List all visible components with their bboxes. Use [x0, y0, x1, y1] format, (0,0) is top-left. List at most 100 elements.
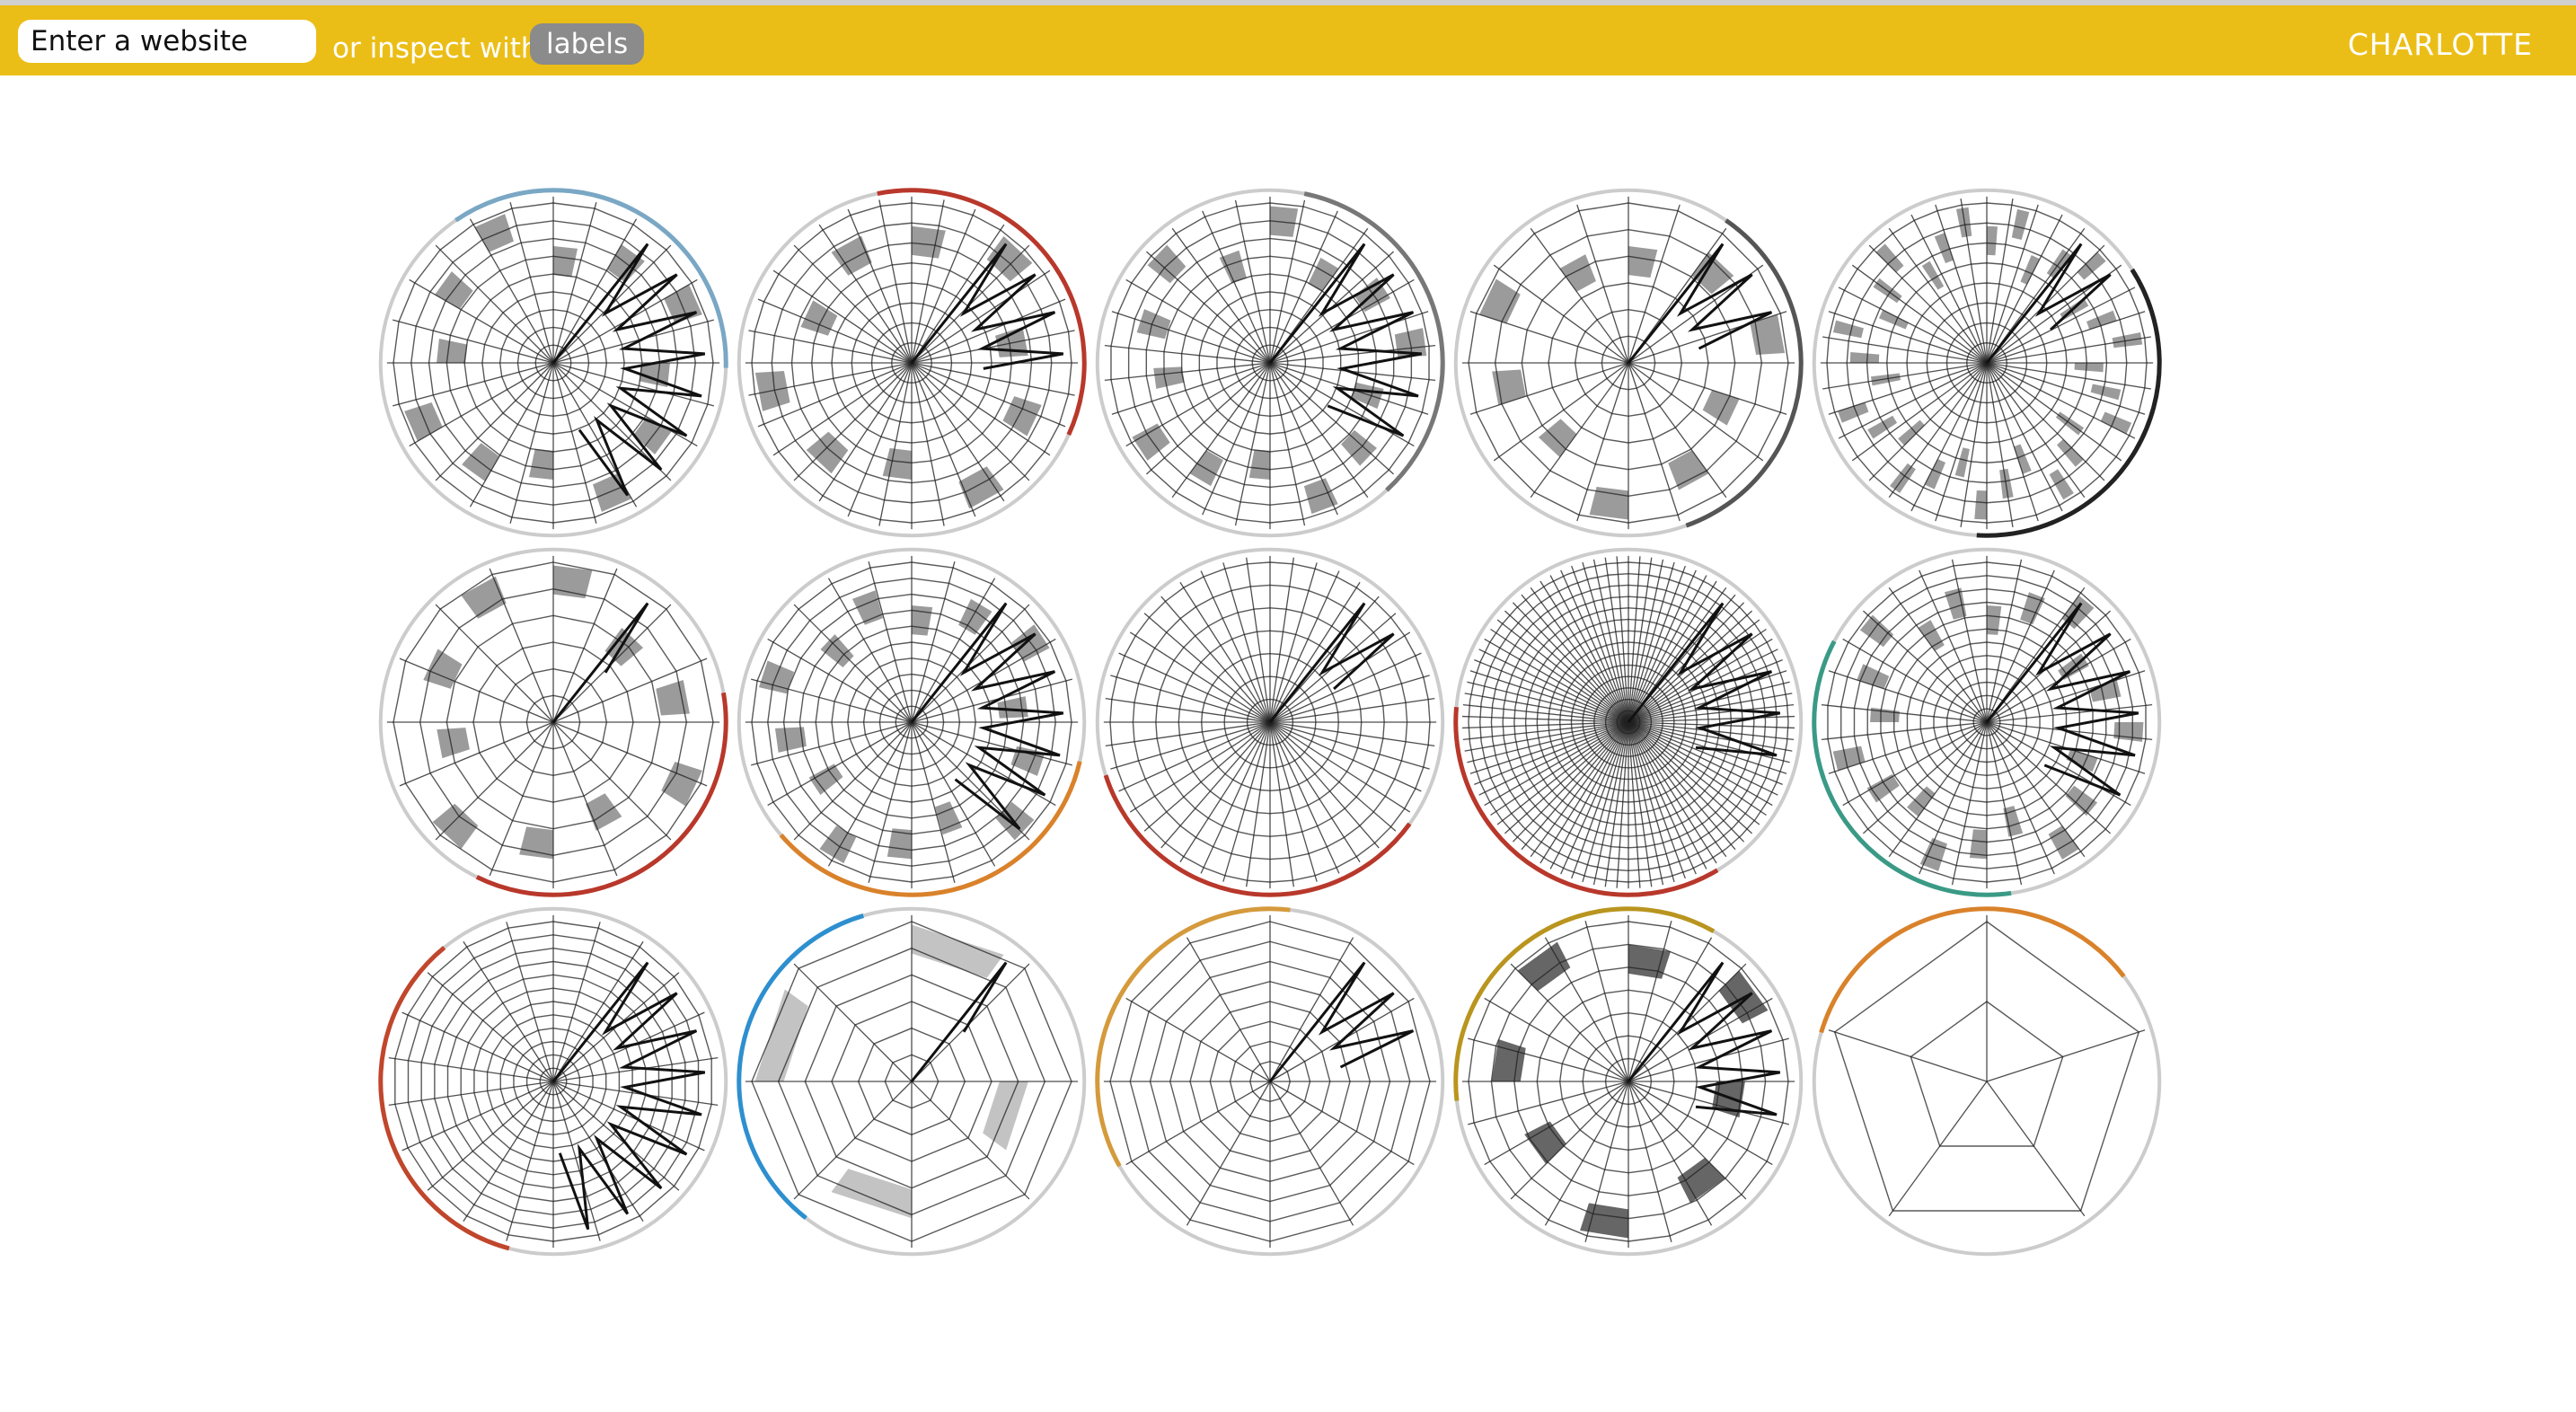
radar-glyph[interactable]	[1798, 534, 2175, 911]
radar-spoke	[1202, 210, 1271, 364]
radar-spoke	[552, 721, 672, 841]
radar-spoke	[1851, 264, 1988, 364]
radar-spoke	[399, 657, 554, 723]
radar-spoke	[793, 604, 913, 723]
radar-block	[912, 225, 946, 259]
radar-spoke	[1628, 721, 1760, 825]
radar-block	[2049, 469, 2074, 500]
radar-spoke	[1510, 963, 1629, 1082]
radar-spoke	[1125, 997, 1271, 1082]
radar-spoke	[1222, 562, 1271, 723]
radar-block	[2014, 444, 2032, 474]
radar-spoke	[1160, 596, 1271, 723]
radar-glyph[interactable]	[1081, 534, 1459, 911]
radar-block	[2011, 208, 2030, 240]
radar-block	[474, 214, 514, 252]
radar-block	[528, 448, 553, 480]
radar-block	[808, 763, 843, 796]
radar-spoke	[552, 1081, 601, 1241]
radar-spoke	[1496, 619, 1629, 723]
radar-spoke	[1986, 721, 2055, 875]
radar-block	[2077, 252, 2106, 280]
radar-spoke	[1888, 1081, 1988, 1217]
radar-glyph[interactable]	[1798, 174, 2175, 552]
radar-spoke	[1888, 227, 1988, 364]
radar-block	[1132, 423, 1170, 461]
radar-block	[1987, 225, 1998, 256]
radar-arc	[1819, 906, 2126, 1034]
radar-spoke	[1222, 721, 1271, 882]
radar-spoke	[1269, 721, 1430, 770]
radar-glyph[interactable]	[723, 893, 1100, 1270]
radar-block	[437, 338, 468, 363]
radar-block	[461, 576, 507, 619]
radar-spoke	[1828, 1029, 1988, 1082]
radar-trace	[1268, 961, 1415, 1082]
radar-glyph[interactable]	[365, 174, 742, 552]
radar-block	[404, 402, 443, 442]
radar-spoke	[552, 721, 708, 787]
top-bar: or inspect with labels CHARLOTTE	[0, 0, 2576, 75]
brand-name[interactable]: CHARLOTTE	[2348, 27, 2533, 62]
radar-block	[754, 989, 808, 1081]
radar-spoke	[506, 922, 554, 1082]
radar-block	[1524, 1121, 1566, 1164]
radar-spoke	[1110, 675, 1271, 723]
radar-spoke	[1504, 721, 1629, 834]
radar-block	[1136, 309, 1171, 340]
radar-block	[995, 326, 1028, 357]
labels-button[interactable]: labels	[530, 23, 645, 65]
radar-glyph[interactable]	[1440, 534, 1817, 911]
radar-block	[1875, 243, 1904, 273]
radar-spoke	[1986, 569, 2055, 723]
radar-spoke	[1986, 362, 2122, 462]
radar-block	[661, 762, 702, 807]
radar-glyph[interactable]	[1440, 893, 1817, 1270]
radar-spoke	[1269, 362, 1338, 516]
radar-spoke	[1186, 937, 1271, 1082]
radar-block	[997, 696, 1028, 719]
radar-trace	[551, 602, 649, 723]
radar-block	[912, 605, 933, 636]
radar-block	[1921, 260, 1945, 290]
radar-block	[553, 246, 578, 278]
website-input[interactable]	[18, 20, 316, 63]
radar-spoke	[1143, 721, 1271, 832]
radar-glyph[interactable]	[365, 893, 742, 1270]
radar-spoke	[1496, 721, 1629, 825]
radar-block	[983, 1081, 1028, 1151]
radar-block	[2065, 785, 2098, 816]
radar-spoke	[1143, 613, 1271, 723]
radar-spoke	[911, 578, 996, 723]
radar-trace	[910, 243, 1064, 370]
radar-glyph[interactable]	[723, 174, 1100, 552]
radar-block	[1832, 320, 1864, 339]
radar-spoke	[552, 922, 601, 1082]
radar-spoke	[1202, 362, 1271, 516]
radar-spoke	[1160, 721, 1271, 849]
radar-spoke	[1628, 619, 1760, 723]
radar-glyph[interactable]	[1081, 893, 1459, 1270]
radar-block	[958, 598, 992, 635]
radar-trace	[551, 243, 706, 497]
radar-glyph[interactable]	[365, 534, 742, 911]
radar-spoke	[1125, 1081, 1271, 1166]
radar-spoke	[1504, 610, 1629, 723]
radar-block	[819, 825, 857, 864]
radar-block	[912, 924, 1004, 978]
radar-spoke	[1986, 1029, 2146, 1082]
radar-spoke	[1628, 1081, 1773, 1166]
radar-glyph[interactable]	[1798, 893, 2175, 1270]
radar-block	[1303, 478, 1338, 515]
radar-block	[2003, 806, 2024, 837]
radar-glyph[interactable]	[1081, 174, 1459, 552]
inspect-text: or inspect with	[332, 32, 539, 65]
radar-glyph[interactable]	[723, 534, 1100, 911]
radar-glyph[interactable]	[1440, 174, 1817, 552]
radar-spoke	[1544, 937, 1629, 1082]
radar-spoke	[1269, 721, 1380, 849]
radar-spoke	[489, 568, 554, 723]
radar-block	[2074, 363, 2104, 373]
radar-block	[1589, 486, 1628, 520]
radar-spoke	[506, 1081, 554, 1241]
